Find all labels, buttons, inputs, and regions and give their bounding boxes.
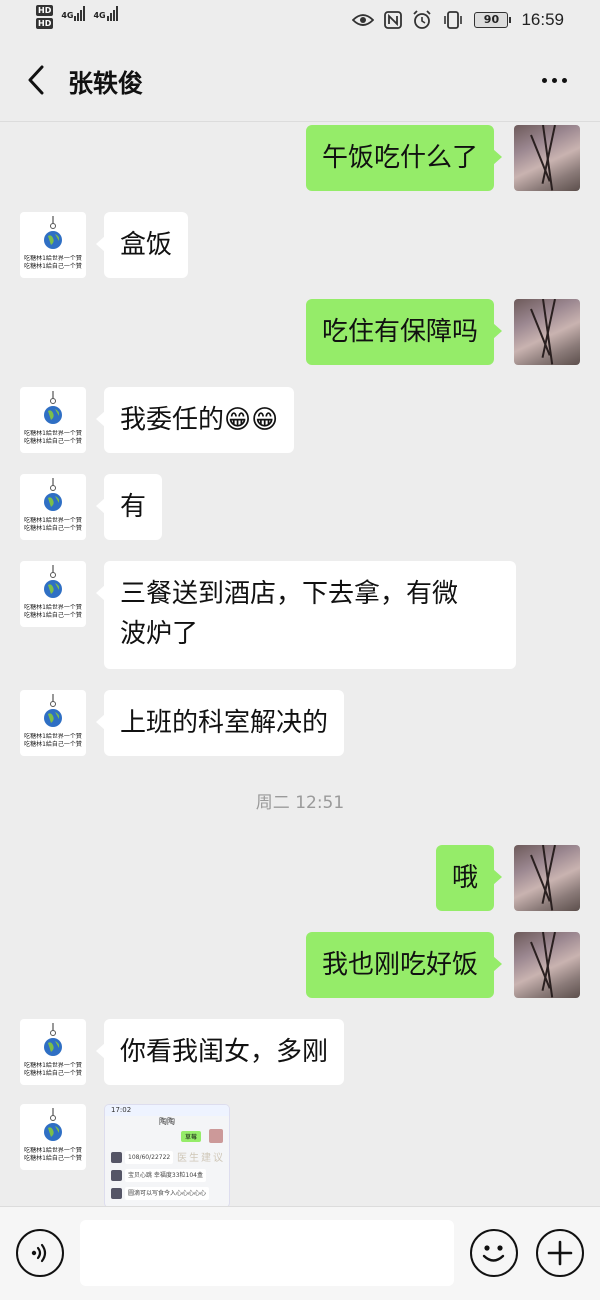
emoji-button[interactable]	[470, 1229, 518, 1277]
input-bar	[0, 1206, 600, 1300]
my-avatar[interactable]	[514, 932, 580, 998]
avatar-caption: 吃糖林1給自己一个贊	[24, 612, 82, 619]
chat-header: 张轶俊	[0, 40, 600, 122]
chevron-left-icon	[28, 65, 44, 95]
contact-avatar[interactable]: 吃糖林1給世界一个贊 吃糖林1給自己一个贊	[20, 561, 86, 627]
image-preview-tag: 草莓	[180, 1131, 201, 1142]
signal-sim1: 4G	[61, 5, 86, 21]
my-avatar[interactable]	[514, 125, 580, 191]
message-input[interactable]	[80, 1220, 454, 1286]
message-bubble[interactable]: 哦	[435, 845, 503, 911]
avatar-caption: 吃糖林1給自己一个贊	[24, 263, 82, 270]
image-preview-avatar	[209, 1129, 223, 1143]
plus-button[interactable]	[536, 1229, 584, 1277]
contact-avatar[interactable]: 吃糖林1給世界一个贊 吃糖林1給自己一个贊	[20, 212, 86, 278]
emoji-icon	[482, 1245, 505, 1262]
chat-title: 张轶俊	[68, 69, 144, 98]
image-preview-watermark: 医生建议	[177, 1153, 225, 1164]
image-preview-row: 108/60/22722	[125, 1151, 174, 1164]
message-bubble[interactable]: 你看我闺女，多刚	[95, 1019, 345, 1085]
contact-avatar[interactable]: 吃糖林1給世界一个贊 吃糖林1給自己一个贊	[20, 387, 86, 453]
image-preview-time: 17:02	[105, 1105, 229, 1116]
message-bubble[interactable]: 我委任的😁😁	[95, 387, 295, 453]
message-bubble[interactable]: 午饭吃什么了	[305, 125, 503, 191]
avatar-caption: 吃糖林1給自己一个贊	[24, 1070, 82, 1077]
alarm-icon	[412, 10, 432, 30]
avatar-caption: 吃糖林1給世界一个贊	[24, 1147, 82, 1154]
status-time: 16:59	[521, 10, 564, 29]
my-avatar[interactable]	[514, 299, 580, 365]
avatar-caption: 吃糖林1給自己一个贊	[24, 741, 82, 748]
network-type-sim1: 4G	[61, 11, 74, 20]
image-preview-row: 宝贝心跳 幸福度33粒104盒	[125, 1169, 206, 1182]
more-dots-icon	[541, 77, 547, 83]
image-preview-row: 圆滴可以写食今入心心心心心	[125, 1187, 210, 1200]
avatar-caption: 吃糖林1給世界一个贊	[24, 604, 82, 611]
status-bar: HD HD 4G 4G 90 16:59	[0, 0, 600, 40]
message-timestamp: 周二 12:51	[255, 793, 345, 813]
message-bubble[interactable]: 盒饭	[95, 212, 189, 278]
hd-tag-sim2: HD	[36, 18, 54, 29]
message-bubble[interactable]: 三餐送到酒店，下去拿，有微 波炉了	[96, 561, 516, 669]
avatar-caption: 吃糖林1給自己一个贊	[24, 525, 82, 532]
avatar-caption: 吃糖林1給世界一个贊	[24, 1062, 82, 1069]
signal-sim2: 4G	[93, 5, 118, 21]
contact-avatar[interactable]: 吃糖林1給世界一个贊 吃糖林1給自己一个贊	[20, 474, 86, 540]
voice-button[interactable]	[16, 1229, 64, 1277]
contact-avatar[interactable]: 吃糖林1給世界一个贊 吃糖林1給自己一个贊	[20, 1104, 86, 1170]
message-bubble[interactable]: 有	[95, 474, 163, 540]
avatar-caption: 吃糖林1給世界一个贊	[24, 517, 82, 524]
image-message[interactable]: 17:02 陶陶 草莓 医生建议 108/60/22722 宝贝心跳 幸福度33…	[104, 1104, 230, 1208]
voice-icon	[31, 1243, 47, 1263]
image-preview-title: 陶陶	[159, 1117, 175, 1126]
message-bubble[interactable]: 上班的科室解决的	[95, 690, 345, 756]
avatar-caption: 吃糖林1給世界一个贊	[24, 255, 82, 262]
my-avatar[interactable]	[514, 845, 580, 911]
contact-avatar[interactable]: 吃糖林1給世界一个贊 吃糖林1給自己一个贊	[20, 690, 86, 756]
avatar-caption: 吃糖林1給世界一个贊	[24, 430, 82, 437]
hd-tag-sim1: HD	[36, 5, 54, 16]
signal-bars-icon	[106, 5, 118, 21]
message-bubble[interactable]: 我也刚吃好饭	[305, 932, 503, 998]
contact-avatar[interactable]: 吃糖林1給世界一个贊 吃糖林1給自己一个贊	[20, 1019, 86, 1085]
eye-icon	[352, 12, 375, 28]
avatar-caption: 吃糖林1給自己一个贊	[24, 438, 82, 445]
avatar-caption: 吃糖林1給世界一个贊	[24, 733, 82, 740]
battery-icon: 90	[474, 12, 512, 28]
nfc-icon	[384, 11, 403, 29]
network-type-sim2: 4G	[93, 11, 106, 20]
avatar-caption: 吃糖林1給自己一个贊	[24, 1155, 82, 1162]
vibrate-icon	[442, 11, 464, 29]
battery-level: 90	[474, 12, 509, 28]
signal-bars-icon	[74, 5, 86, 21]
plus-icon	[547, 1240, 573, 1266]
message-bubble[interactable]: 吃住有保障吗	[305, 299, 503, 365]
back-button[interactable]	[18, 62, 54, 98]
more-button[interactable]	[534, 62, 574, 98]
